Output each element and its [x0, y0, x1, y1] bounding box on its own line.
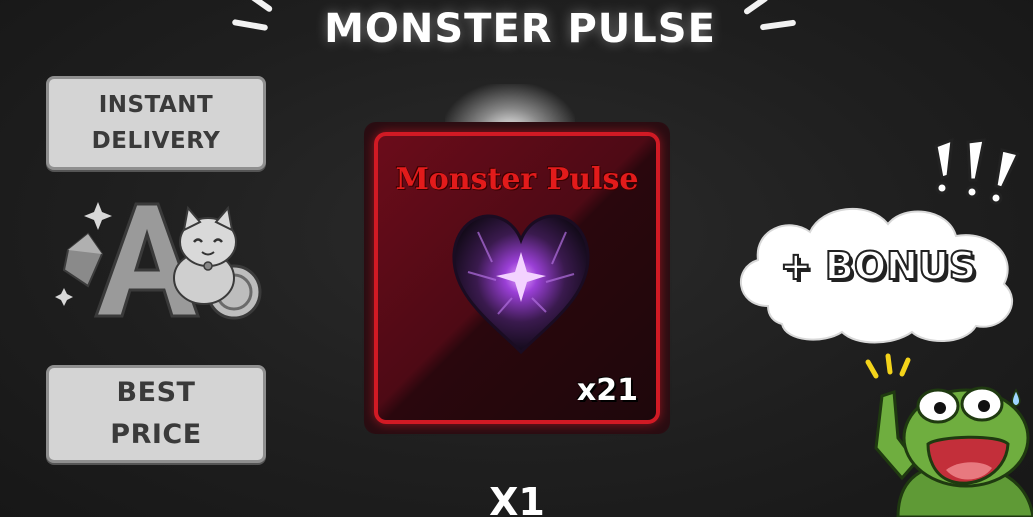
best-price-badge: BEST PRICE: [46, 365, 266, 463]
store-logo-icon: [55, 202, 262, 320]
product-card[interactable]: Monster Pulse x21: [374, 132, 660, 424]
frog-mascot-icon: [865, 353, 1033, 517]
promo-banner: MONSTER PULSE INSTANT DELIVERY BEST PRIC…: [0, 0, 1033, 517]
delivery-line-2: DELIVERY: [91, 128, 221, 154]
page-title: MONSTER PULSE: [324, 6, 716, 52]
delivery-line-1: INSTANT: [98, 92, 214, 118]
dark-heart-icon: [452, 214, 590, 355]
price-line-1: BEST: [116, 377, 196, 408]
instant-delivery-badge: INSTANT DELIVERY: [46, 76, 266, 170]
product-quantity: x21: [576, 373, 638, 408]
price-line-2: PRICE: [110, 419, 202, 450]
purchase-count: X1: [489, 480, 545, 517]
bonus-label: + BONUS: [779, 243, 977, 289]
exclamation-icon: [934, 137, 1021, 205]
product-name: Monster Pulse: [395, 162, 639, 197]
